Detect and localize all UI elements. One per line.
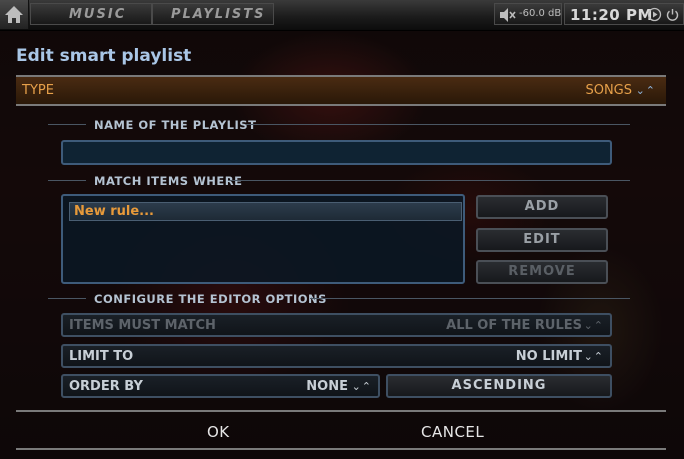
options-section-title: CONFIGURE THE EDITOR OPTIONS (94, 292, 327, 306)
order-by-value: NONE (306, 379, 348, 394)
playlist-name-input[interactable] (61, 140, 612, 165)
edit-rule-button[interactable]: EDIT (476, 228, 608, 252)
breadcrumb-playlists[interactable]: PLAYLISTS (152, 3, 274, 25)
items-must-match-value: ALL OF THE RULES (446, 318, 582, 333)
items-must-match-selector[interactable]: ITEMS MUST MATCH ALL OF THE RULES ⌄⌃ (61, 313, 612, 337)
clock-time: 11:20 PM (570, 6, 653, 24)
home-button[interactable] (0, 0, 29, 29)
breadcrumb-music[interactable]: MUSIC (30, 3, 152, 25)
order-by-spinner-icon[interactable]: ⌄⌃ (352, 380, 372, 393)
volume-indicator: -60.0 dB (494, 3, 562, 25)
items-must-match-spinner-icon[interactable]: ⌄⌃ (584, 319, 604, 332)
volume-level: -60.0 dB (519, 8, 562, 19)
cancel-button[interactable]: CANCEL (421, 423, 484, 441)
power-icon[interactable] (665, 7, 680, 22)
name-section-title: NAME OF THE PLAYLIST (94, 118, 257, 132)
order-by-label: ORDER BY (69, 379, 143, 394)
limit-to-label: LIMIT TO (69, 349, 134, 364)
type-value: SONGS (585, 83, 632, 98)
type-selector[interactable]: TYPE SONGS ⌄⌃ (16, 75, 666, 106)
breadcrumb-music-label: MUSIC (69, 7, 127, 22)
ok-button[interactable]: OK (207, 423, 230, 441)
top-bar: MUSIC PLAYLISTS -60.0 dB 11:20 PM (0, 0, 684, 31)
options-section-header: CONFIGURE THE EDITOR OPTIONS (48, 292, 630, 306)
breadcrumb-playlists-label: PLAYLISTS (171, 7, 266, 22)
rule-label: New rule... (74, 204, 154, 219)
mute-speaker-icon (500, 8, 516, 22)
order-by-selector[interactable]: ORDER BY NONE ⌄⌃ (61, 374, 380, 398)
type-label: TYPE (22, 83, 54, 98)
limit-to-value: NO LIMIT (515, 349, 582, 364)
play-icon[interactable] (647, 7, 662, 22)
items-must-match-label: ITEMS MUST MATCH (69, 318, 216, 333)
name-section-header: NAME OF THE PLAYLIST (48, 118, 630, 132)
home-icon (5, 6, 23, 23)
dialog-title: Edit smart playlist (16, 46, 192, 66)
sort-direction-button[interactable]: ASCENDING (386, 374, 612, 398)
remove-rule-button[interactable]: REMOVE (476, 260, 608, 284)
limit-to-selector[interactable]: LIMIT TO NO LIMIT ⌄⌃ (61, 344, 612, 368)
rules-list[interactable]: New rule... (61, 194, 465, 284)
type-spinner-icon[interactable]: ⌄⌃ (636, 84, 656, 97)
match-section-title: MATCH ITEMS WHERE (94, 174, 243, 188)
limit-to-spinner-icon[interactable]: ⌄⌃ (584, 350, 604, 363)
add-rule-button[interactable]: ADD (476, 195, 608, 219)
dialog-action-bar: OK CANCEL (16, 410, 666, 450)
list-item[interactable]: New rule... (69, 202, 462, 221)
clock-panel: 11:20 PM (564, 3, 684, 25)
match-section-header: MATCH ITEMS WHERE (48, 174, 630, 188)
